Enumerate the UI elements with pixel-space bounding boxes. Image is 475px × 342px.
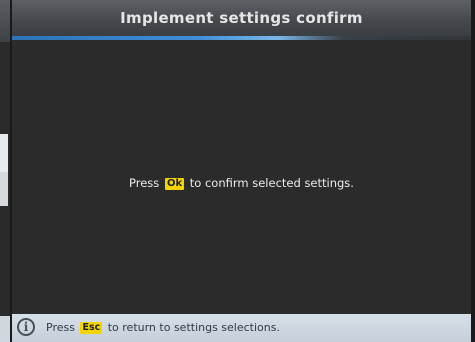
confirm-screen: Implement settings confirm Press Ok to c… [12,0,471,342]
confirm-message: Press Ok to confirm selected settings. [12,176,471,190]
adjacent-titlebar-edge [0,0,10,42]
adjacent-panel-lower-edge [0,206,10,316]
info-message-suffix: to return to settings selections. [107,321,280,334]
adjacent-highlight-edge [0,134,8,172]
page-title: Implement settings confirm [120,9,363,27]
main-panel: Press Ok to confirm selected settings. [12,40,471,314]
ok-key-badge[interactable]: Ok [164,178,185,190]
confirm-message-suffix: to confirm selected settings. [189,176,354,190]
adjacent-row-edge [0,172,8,206]
info-message-prefix: Press [46,321,75,334]
adjacent-panel-edge [0,42,10,134]
confirm-message-prefix: Press [129,176,160,190]
adjacent-screen-edge [0,0,10,342]
esc-key-badge[interactable]: Esc [80,322,103,334]
info-icon: i [17,318,35,336]
title-bar: Implement settings confirm [12,0,471,40]
adjacent-infobar-edge [0,316,10,342]
info-message: Press Esc to return to settings selectio… [46,321,280,334]
info-bar: i Press Esc to return to settings select… [12,314,471,342]
